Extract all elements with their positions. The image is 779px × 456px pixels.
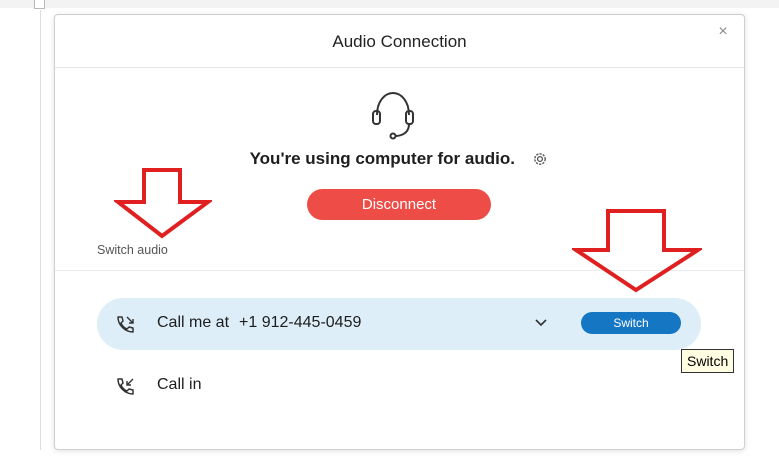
corner-mark [34,0,45,9]
headset-icon [372,91,414,140]
audio-status-row: You're using computer for audio. [55,149,744,169]
phone-outgoing-icon [117,316,134,333]
disconnect-button[interactable]: Disconnect [307,189,491,220]
call-me-number: +1 912-445-0459 [239,314,362,331]
phone-incoming-icon [117,378,134,395]
call-me-label: Call me at [157,314,230,331]
call-me-option[interactable]: Call me at +1 912-445-0459 Switch [97,298,701,350]
switch-audio-label: Switch audio [97,243,168,257]
left-edge-line [40,10,41,450]
call-in-option[interactable]: Call in [97,363,397,407]
annotation-arrow-left [114,168,212,239]
audio-status-text: You're using computer for audio. [249,149,515,168]
gear-icon[interactable] [531,150,549,168]
switch-button[interactable]: Switch [581,312,681,334]
chevron-down-icon[interactable] [534,318,548,328]
switch-tooltip: Switch [681,349,735,373]
dialog-header: Audio Connection × [55,15,744,68]
call-me-text: Call me at +1 912-445-0459 [157,314,361,332]
dialog-title: Audio Connection [332,32,467,51]
call-in-label: Call in [157,376,202,393]
close-icon[interactable]: × [714,23,732,41]
annotation-arrow-right [572,209,702,293]
